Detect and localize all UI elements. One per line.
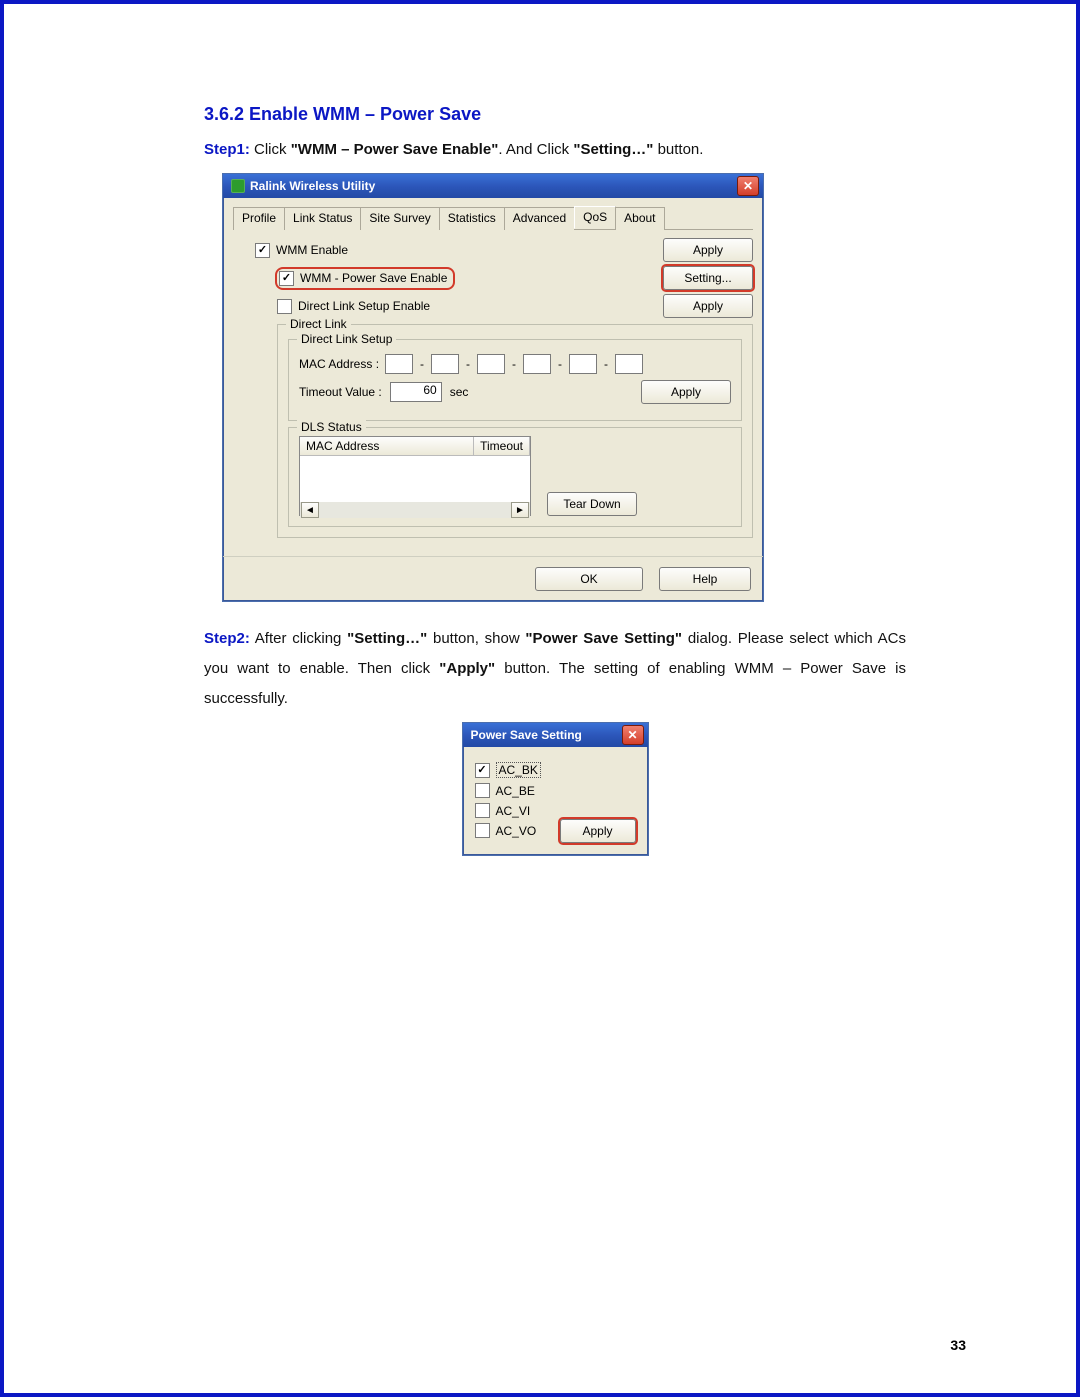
dls-table-body (300, 456, 530, 502)
page-number: 33 (950, 1337, 966, 1353)
tab-profile[interactable]: Profile (233, 207, 285, 230)
ps-close-icon[interactable]: ✕ (622, 725, 644, 745)
horizontal-scrollbar[interactable]: ◄ ► (300, 502, 530, 518)
group-dls-status: DLS Status MAC Address Timeout (288, 427, 742, 527)
mac-field-1[interactable] (385, 354, 413, 374)
step1-label: Step1: (204, 141, 250, 158)
scroll-right-icon[interactable]: ► (511, 502, 529, 518)
power-save-label: WMM - Power Save Enable (300, 271, 447, 285)
tab-statistics[interactable]: Statistics (439, 207, 505, 230)
col-mac-header[interactable]: MAC Address (300, 437, 474, 455)
ac-be-label: AC_BE (496, 784, 535, 798)
ps-window-title: Power Save Setting (471, 728, 582, 742)
power-save-setting-window: Power Save Setting ✕ AC_BK (462, 722, 649, 856)
ac-bk-checkbox[interactable] (475, 763, 490, 778)
step2-paragraph: Step2: After clicking "Setting…" button,… (204, 624, 906, 714)
timeout-label: Timeout Value : (299, 385, 382, 399)
wmm-enable-checkbox[interactable] (255, 243, 270, 258)
ok-button[interactable]: OK (535, 567, 643, 591)
mac-field-3[interactable] (477, 354, 505, 374)
ps-apply-button[interactable]: Apply (560, 819, 636, 843)
tab-strip: Profile Link Status Site Survey Statisti… (233, 206, 753, 230)
step2-b2: "Power Save Setting" (525, 630, 682, 647)
ac-be-checkbox[interactable] (475, 783, 490, 798)
apply-button-wmm[interactable]: Apply (663, 238, 753, 262)
setting-button[interactable]: Setting... (663, 266, 753, 290)
tab-link-status[interactable]: Link Status (284, 207, 361, 230)
step1-b2: "Setting…" (573, 141, 653, 158)
ac-vi-label: AC_VI (496, 804, 531, 818)
ps-titlebar: Power Save Setting ✕ (463, 723, 648, 747)
teardown-button[interactable]: Tear Down (547, 492, 637, 516)
ac-vo-checkbox[interactable] (475, 823, 490, 838)
mac-field-5[interactable] (569, 354, 597, 374)
group-direct-link-legend: Direct Link (286, 317, 351, 331)
col-timeout-header[interactable]: Timeout (474, 437, 530, 455)
ac-bk-label: AC_BK (496, 762, 541, 778)
step1-ta: button. (653, 141, 703, 158)
section-heading: 3.6.2 Enable WMM – Power Save (204, 104, 906, 125)
titlebar: Ralink Wireless Utility ✕ (223, 174, 763, 198)
mac-field-6[interactable] (615, 354, 643, 374)
step2-t2: button, show (427, 630, 525, 647)
wmm-enable-label: WMM Enable (276, 243, 348, 257)
tab-qos[interactable]: QoS (574, 206, 616, 229)
ac-vi-checkbox[interactable] (475, 803, 490, 818)
power-save-checkbox[interactable] (279, 271, 294, 286)
step1-t1: Click (250, 141, 291, 158)
apply-button-dls-enable[interactable]: Apply (663, 294, 753, 318)
apply-button-dls[interactable]: Apply (641, 380, 731, 404)
step2-b3: "Apply" (439, 660, 495, 677)
step1-b1: "WMM – Power Save Enable" (291, 141, 499, 158)
help-button[interactable]: Help (659, 567, 751, 591)
step2-t1: After clicking (250, 630, 347, 647)
direct-link-checkbox[interactable] (277, 299, 292, 314)
ralink-utility-window: Ralink Wireless Utility ✕ Profile Link S… (222, 173, 764, 602)
step2-label: Step2: (204, 630, 250, 647)
tab-about[interactable]: About (615, 207, 664, 230)
group-dls-status-legend: DLS Status (297, 420, 366, 434)
tab-site-survey[interactable]: Site Survey (360, 207, 439, 230)
timeout-unit: sec (450, 385, 469, 399)
mac-field-4[interactable] (523, 354, 551, 374)
step2-b1: "Setting…" (347, 630, 427, 647)
timeout-field[interactable]: 60 (390, 382, 442, 402)
group-direct-link-setup: Direct Link Setup MAC Address : - - - - … (288, 339, 742, 421)
group-direct-link: Direct Link Direct Link Setup MAC Addres… (277, 324, 753, 538)
tab-advanced[interactable]: Advanced (504, 207, 575, 230)
group-dls-setup-legend: Direct Link Setup (297, 332, 396, 346)
app-icon (231, 179, 245, 193)
close-icon[interactable]: ✕ (737, 176, 759, 196)
mac-field-2[interactable] (431, 354, 459, 374)
direct-link-label: Direct Link Setup Enable (298, 299, 430, 313)
step1-tm: . And Click (498, 141, 573, 158)
mac-label: MAC Address : (299, 357, 379, 371)
window-title: Ralink Wireless Utility (250, 179, 375, 193)
dls-status-table: MAC Address Timeout ◄ ► (299, 436, 531, 516)
ac-vo-label: AC_VO (496, 824, 537, 838)
scroll-left-icon[interactable]: ◄ (301, 502, 319, 518)
step1-line: Step1: Click "WMM – Power Save Enable". … (204, 135, 906, 165)
